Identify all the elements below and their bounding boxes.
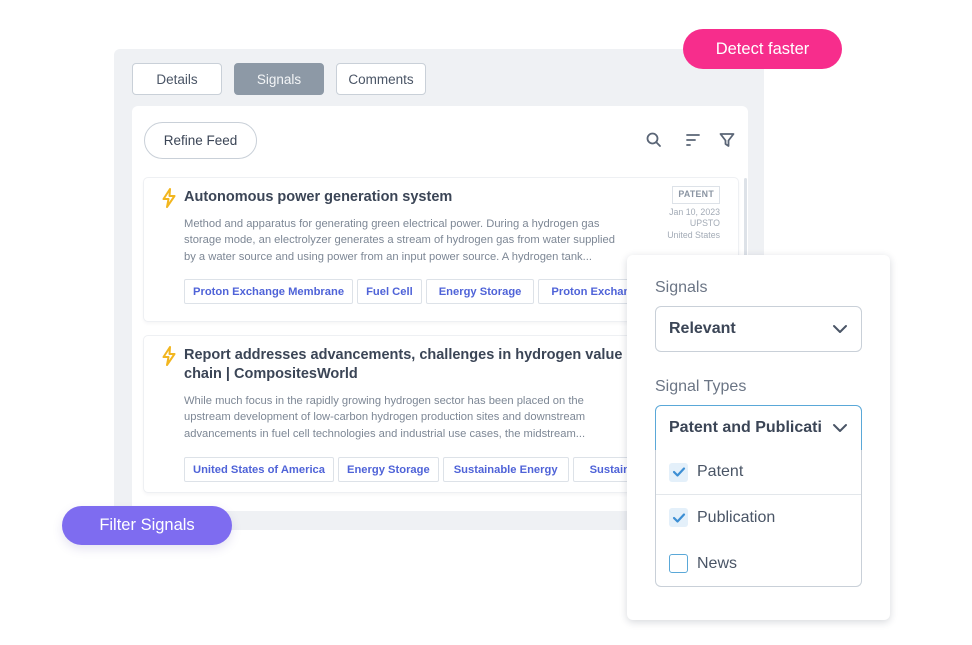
signal-office: UPSTO xyxy=(689,218,720,228)
tab-signals[interactable]: Signals xyxy=(234,63,324,95)
checkbox-unchecked-icon[interactable] xyxy=(669,554,688,573)
sort-icon[interactable] xyxy=(683,130,703,150)
refine-feed-button[interactable]: Refine Feed xyxy=(144,122,257,159)
option-news[interactable]: News xyxy=(656,541,861,586)
signal-types-select[interactable]: Patent and Publicati xyxy=(655,405,862,451)
checkbox-checked-icon[interactable] xyxy=(669,462,688,482)
signals-select[interactable]: Relevant xyxy=(655,306,862,352)
signal-title[interactable]: Report addresses advancements, challenge… xyxy=(184,346,634,384)
filter-signals-callout: Filter Signals xyxy=(62,506,232,545)
tag-chip[interactable]: Fuel Cell xyxy=(357,279,422,304)
signal-title[interactable]: Autonomous power generation system xyxy=(184,188,634,207)
signal-types-dropdown: Patent Publication News xyxy=(655,450,862,587)
option-publication[interactable]: Publication xyxy=(656,495,861,540)
type-badge: PATENT xyxy=(672,186,720,204)
signals-label: Signals xyxy=(655,279,708,296)
signal-types-select-value: Patent and Publicati xyxy=(669,419,822,436)
signal-description: Method and apparatus for generating gree… xyxy=(184,218,615,263)
search-icon[interactable] xyxy=(644,130,664,150)
bolt-icon xyxy=(162,188,176,208)
chevron-down-icon xyxy=(832,421,848,435)
tab-comments[interactable]: Comments xyxy=(336,63,426,95)
option-patent[interactable]: Patent xyxy=(656,450,861,495)
bolt-icon xyxy=(162,346,176,366)
signal-description: While much focus in the rapidly growing … xyxy=(184,395,586,440)
filter-panel: Signals Relevant Signal Types Patent and… xyxy=(627,255,890,620)
checkbox-checked-icon[interactable] xyxy=(669,508,688,527)
signal-date: Jan 10, 2023 xyxy=(669,206,720,217)
signal-types-label: Signal Types xyxy=(655,378,747,395)
option-label: Publication xyxy=(697,508,776,526)
tag-chip[interactable]: Energy Storage xyxy=(338,457,439,482)
chevron-down-icon xyxy=(832,322,848,336)
tag-chip[interactable]: Energy Storage xyxy=(425,279,535,304)
tag-chip[interactable]: United States of America xyxy=(184,457,335,482)
tab-bar: Details Signals Comments xyxy=(132,63,426,95)
option-label: News xyxy=(697,554,738,572)
tab-details[interactable]: Details xyxy=(132,63,222,95)
tag-chip[interactable]: Sustainable Energy xyxy=(442,457,569,482)
tag-chip[interactable]: Proton Exchange Membrane xyxy=(184,279,354,304)
signal-meta: PATENT Jan 10, 2023 UPSTO United States xyxy=(667,186,720,241)
filter-icon[interactable] xyxy=(717,130,737,150)
signal-country: United States xyxy=(667,229,720,240)
signals-select-value: Relevant xyxy=(669,320,736,337)
detect-faster-callout: Detect faster xyxy=(683,29,842,69)
option-label: Patent xyxy=(697,463,744,480)
